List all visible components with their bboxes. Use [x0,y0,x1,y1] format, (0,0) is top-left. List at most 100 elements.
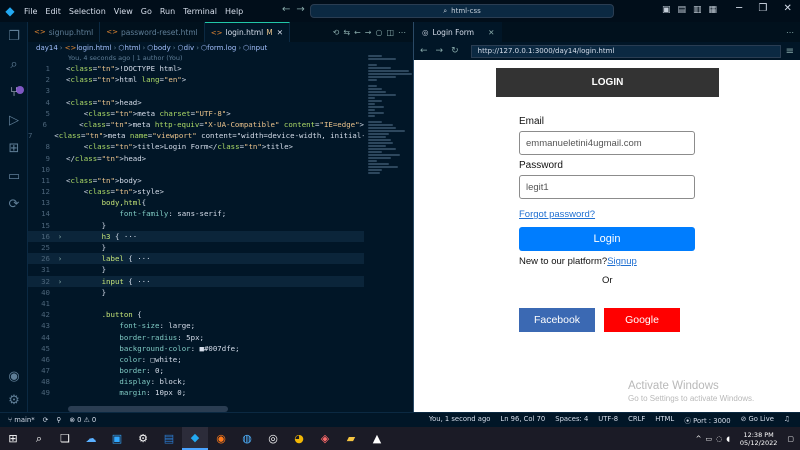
minimap[interactable] [364,54,412,174]
menu-view[interactable]: View [110,7,137,16]
problems-status[interactable]: ⊗ 0 ⚠ 0 [69,416,96,424]
toggle-secondary-sidebar-icon[interactable]: ▥ [693,5,709,15]
menu-help[interactable]: Help [221,7,247,16]
code-line[interactable]: 31 } [28,264,364,275]
google-button[interactable]: Google [604,308,680,332]
chrome-icon[interactable]: ◕ [286,427,312,450]
go-back-icon[interactable]: ← [354,28,365,37]
email-input[interactable]: emmanueletini4ugmail.com [519,131,695,155]
volume-icon[interactable]: ◖ [726,435,730,443]
capture-icon[interactable]: ◈ [312,427,338,450]
notifications-icon[interactable]: ▢ [787,435,794,443]
live-share-status-icon[interactable]: ⚲ [56,416,61,424]
breadcrumb-item[interactable]: html [125,44,141,52]
breadcrumb-item[interactable]: day14 [36,44,58,52]
forgot-password-link[interactable]: Forgot password? [519,209,595,220]
code-line[interactable]: 7 <class="tn">meta name="viewport" conte… [28,130,364,141]
menu-run[interactable]: Run [156,7,179,16]
code-line[interactable]: 25 } [28,242,364,253]
globe-icon[interactable]: ◍ [234,427,260,450]
menu-go[interactable]: Go [137,7,156,16]
fold-chevron-icon[interactable]: › [54,253,66,264]
customize-layout-icon[interactable]: ▦ [709,5,725,15]
code-line[interactable]: 43 font-size: large; [28,320,364,331]
target-icon[interactable]: ◎ [260,427,286,450]
url-input[interactable]: http://127.0.0.1:3000/day14/login.html [470,44,781,58]
source-control-icon[interactable]: ⑂ [0,78,28,106]
remote-explorer-icon[interactable]: ▭ [0,162,28,190]
go-forward-icon[interactable]: → [365,28,376,37]
explorer-icon[interactable]: ❐ [0,22,28,50]
more-actions-icon[interactable]: ⋯ [786,28,800,37]
settings-gear-icon[interactable]: ⚙ [130,427,156,450]
task-view-icon[interactable]: ❏ [52,427,78,450]
tab-signup[interactable]: <> signup.html [28,22,101,42]
history-nav[interactable]: ←→ [282,4,311,15]
forward-arrow-icon[interactable]: → [296,4,310,15]
clock[interactable]: 12:38 PM 05/12/2022 [740,431,777,447]
restore-icon[interactable]: ❐ [758,3,767,14]
toggle-panel-icon[interactable]: ▤ [678,5,694,15]
breadcrumb-item[interactable]: body [153,44,170,52]
code-line[interactable]: 15 } [28,220,364,231]
code-line[interactable]: 16 › h3 { ··· [28,230,364,242]
layout-controls[interactable]: ▣▤▥▦ [662,5,724,15]
tab-password-reset[interactable]: <> password-reset.html [100,22,205,42]
facebook-button[interactable]: Facebook [519,308,595,332]
notifications-bell-icon[interactable]: ♫ [784,415,790,425]
menu-selection[interactable]: Selection [65,7,110,16]
settings-gear-icon[interactable]: ⚙ [0,386,28,414]
back-arrow-icon[interactable]: ← [282,4,296,15]
code-line[interactable]: 32 › input { ··· [28,275,364,287]
tab-login[interactable]: <> login.html M ✕ [204,22,291,42]
code-line[interactable]: 13 body,html{ [28,197,364,208]
code-line[interactable]: 47 border: 0; [28,365,364,376]
more-actions-icon[interactable]: ⋯ [398,28,410,37]
code-line[interactable]: 41 [28,298,364,309]
chevron-up-icon[interactable]: ^ [696,435,702,443]
code-line[interactable]: 40 } [28,287,364,298]
code-line[interactable]: 2 <class="tn">html lang="en"> [28,74,364,85]
breadcrumb-item[interactable]: div [184,44,195,52]
reload-icon[interactable]: ↻ [451,46,467,56]
signup-link[interactable]: Signup [607,256,637,267]
code-line[interactable]: 8 <class="tn">title>Login Form</class="t… [28,141,364,152]
windows-start-icon[interactable]: ⊞ [0,427,26,450]
password-input[interactable]: legit1 [519,175,695,199]
code-line[interactable]: 12 <class="tn">style> [28,186,364,197]
code-line[interactable]: 5 <class="tn">meta charset="UTF-8"> [28,108,364,119]
browser-tab[interactable]: ◎ Login Form ✕ [414,22,503,42]
breadcrumb-item[interactable]: input [249,44,267,52]
tab-close-icon[interactable]: ✕ [277,28,283,37]
sync-icon[interactable]: ⟳ [43,416,49,424]
code-line[interactable]: 42 .button { [28,309,364,320]
close-icon[interactable]: ✕ [784,3,792,14]
command-center[interactable]: ⌕ html-css [310,4,614,18]
code-line[interactable]: 44 border-radius: 5px; [28,332,364,343]
menu-terminal[interactable]: Terminal [179,7,221,16]
recorder-icon[interactable]: ◉ [208,427,234,450]
code-line[interactable]: 10 [28,164,364,175]
vscode-icon[interactable]: ◆ [182,427,208,450]
search-icon[interactable]: ⌕ [26,427,52,450]
codelens-blame[interactable]: You, 4 seconds ago | 1 author (You) [68,54,183,62]
fold-chevron-icon[interactable]: › [54,276,66,287]
timeline-icon[interactable]: ⟲ [333,28,344,37]
code-line[interactable]: 46 color: □white; [28,354,364,365]
menu-file[interactable]: File [20,7,41,16]
fold-chevron-icon[interactable]: › [54,231,66,242]
extensions-icon[interactable]: ⊞ [0,134,28,162]
code-line[interactable]: 1 <class="tn">!DOCTYPE html> [28,63,364,74]
search-icon[interactable]: ⌕ [0,50,28,78]
code-line[interactable]: 9 </class="tn">head> [28,153,364,164]
file-explorer-icon[interactable]: ▰ [338,427,364,450]
open-changes-icon[interactable]: ⇆ [343,28,354,37]
login-button[interactable]: Login [519,227,695,251]
hamburger-menu-icon[interactable]: ≡ [786,46,800,57]
code-editor[interactable]: 1 <class="tn">!DOCTYPE html> 2 <class="tn">… [28,63,364,412]
circle-icon[interactable]: ○ [375,28,386,37]
toggle-sidebar-icon[interactable]: ▣ [662,5,678,15]
menu-edit[interactable]: Edit [41,7,65,16]
photoshop-icon[interactable]: ▣ [104,427,130,450]
code-line[interactable]: 48 display: block; [28,376,364,387]
